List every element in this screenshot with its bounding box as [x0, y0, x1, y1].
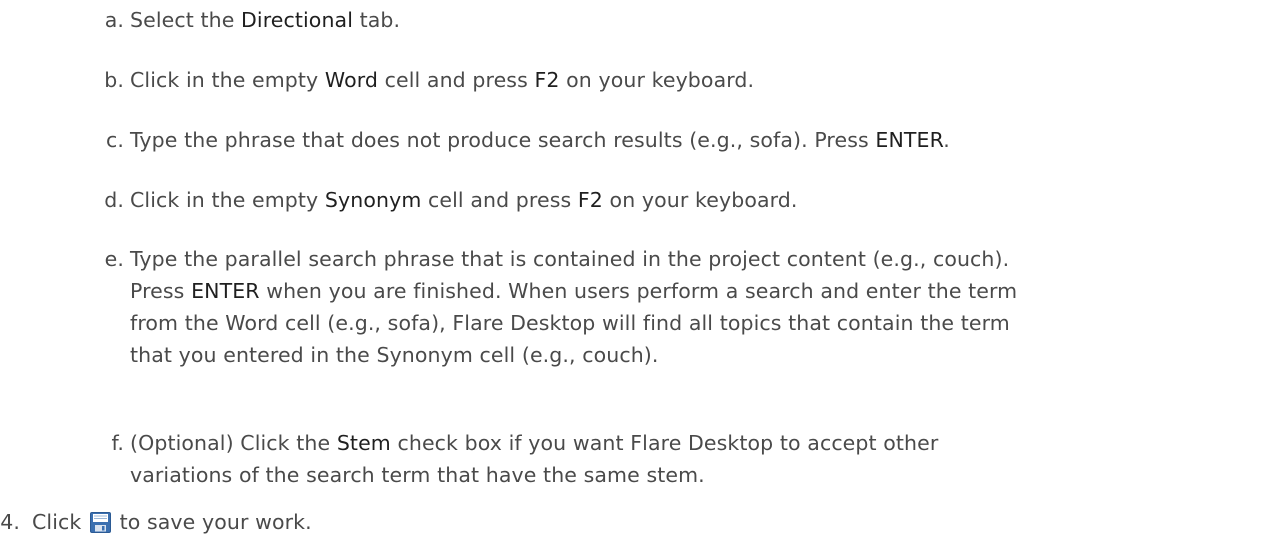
- text-line: that you entered in the Synonym cell (e.…: [130, 343, 659, 367]
- text: Select the: [130, 8, 242, 32]
- step-marker: f.: [111, 431, 124, 455]
- text-line: from the Word cell (e.g., sofa), Flare D…: [130, 311, 1010, 335]
- step-text: Click to save your work.: [32, 506, 1172, 538]
- text: .: [943, 128, 950, 152]
- key-enter: ENTER: [875, 128, 944, 152]
- text: to save your work.: [112, 510, 312, 534]
- key-f2: F2: [577, 188, 603, 212]
- text: check box if you want Flare Desktop to a…: [390, 431, 939, 455]
- step-marker: c.: [106, 128, 124, 152]
- text: Click in the empty: [130, 68, 325, 92]
- text: when you are finished. When users perfor…: [259, 279, 1018, 303]
- step-text: Click in the empty Word cell and press F…: [130, 64, 1270, 96]
- step-marker: 4.: [0, 510, 20, 534]
- step-marker: e.: [104, 247, 124, 271]
- step-text: (Optional) Click the Stem check box if y…: [130, 427, 1270, 491]
- step-marker: b.: [104, 68, 124, 92]
- text: (Optional) Click the: [130, 431, 337, 455]
- step-text: Select the Directional tab.: [130, 4, 1270, 36]
- text: Type the phrase that does not produce se…: [130, 128, 876, 152]
- step-marker: a.: [104, 8, 124, 32]
- text: cell and press: [378, 68, 535, 92]
- text-line: variations of the search term that have …: [130, 463, 705, 487]
- text: cell and press: [421, 188, 578, 212]
- key-f2: F2: [534, 68, 560, 92]
- ui-term-synonym: Synonym: [324, 188, 422, 212]
- text: on your keyboard.: [559, 68, 755, 92]
- text: tab.: [353, 8, 401, 32]
- text: on your keyboard.: [602, 188, 798, 212]
- key-enter: ENTER: [191, 279, 260, 303]
- step-marker: d.: [104, 188, 124, 212]
- text-line: Press ENTER when you are finished. When …: [130, 275, 1270, 307]
- text-line: (Optional) Click the Stem check box if y…: [130, 427, 1270, 459]
- ui-term-word: Word: [324, 68, 379, 92]
- text: Click in the empty: [130, 188, 325, 212]
- step-text: Click in the empty Synonym cell and pres…: [130, 184, 1270, 216]
- ui-term-stem: Stem: [336, 431, 391, 455]
- ui-term-directional: Directional: [241, 8, 353, 32]
- step-text: Type the parallel search phrase that is …: [130, 243, 1270, 371]
- text: Click: [32, 510, 88, 534]
- text: Press: [130, 279, 192, 303]
- text-line: Type the parallel search phrase that is …: [130, 247, 1010, 271]
- save-icon: [89, 510, 111, 533]
- step-text: Type the phrase that does not produce se…: [130, 124, 1270, 156]
